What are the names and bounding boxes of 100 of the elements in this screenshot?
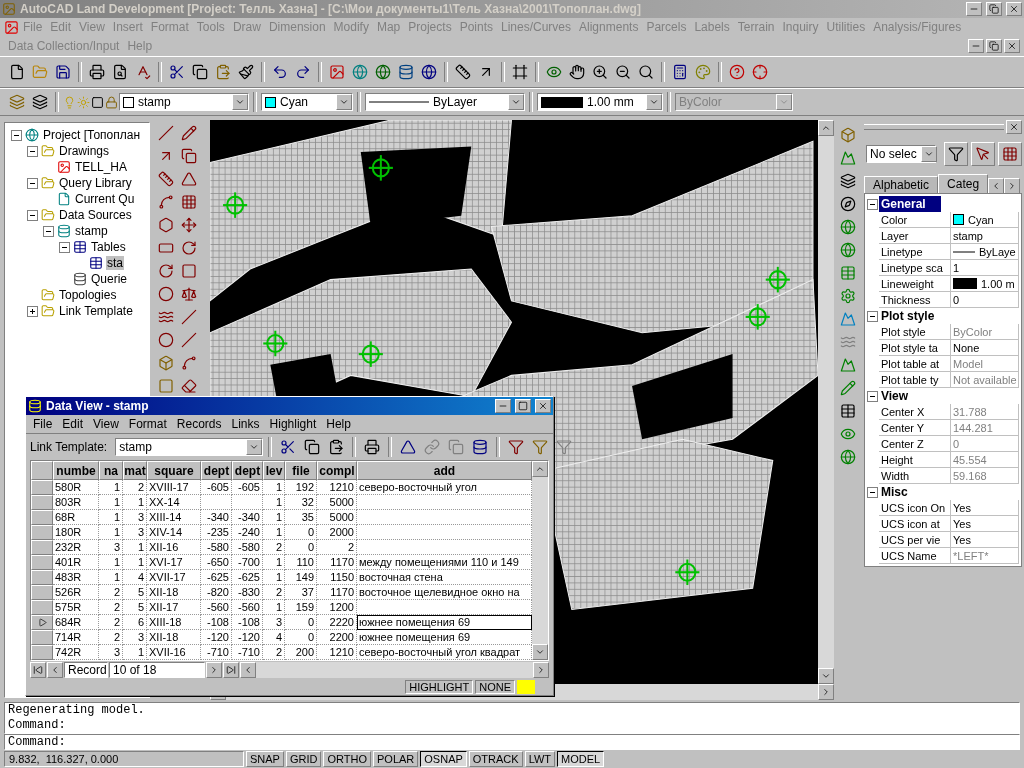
table-cell: -580: [232, 540, 263, 555]
table-cell: 0: [285, 630, 317, 645]
property-name: Lineweight: [879, 276, 951, 292]
table-cell: -605: [232, 480, 263, 495]
property-name: Color: [879, 212, 951, 228]
property-name: Linetype sca: [879, 260, 951, 276]
table-cell: 1200: [317, 600, 357, 615]
table-cell: -108: [232, 615, 263, 630]
table-cell: 1: [263, 495, 285, 510]
table-cell: 1: [99, 480, 123, 495]
table-cell: 37: [285, 585, 317, 600]
table-cell: -625: [232, 570, 263, 585]
table-cell: 1: [99, 525, 123, 540]
table-cell: 1170: [317, 585, 357, 600]
table-cell: XVIII-17: [147, 480, 201, 495]
table-cell: 5000: [317, 510, 357, 525]
table-cell: 2: [99, 600, 123, 615]
table-cell: -108: [201, 615, 232, 630]
table-cell: -560: [232, 600, 263, 615]
table-cell: -625: [201, 570, 232, 585]
property-name: UCS Name: [879, 548, 951, 564]
table-cell: XVI-17: [147, 555, 201, 570]
table-cell: 580R: [53, 480, 99, 495]
table-cell: 149: [285, 570, 317, 585]
table-cell: 1: [99, 495, 123, 510]
table-cell: -120: [201, 630, 232, 645]
table-cell: XIV-14: [147, 525, 201, 540]
table-cell: 2: [317, 540, 357, 555]
table-cell: 3: [123, 630, 147, 645]
link-template-label: Link Template:: [30, 440, 108, 454]
record-label: Record: [64, 662, 108, 678]
property-name: Center X: [879, 404, 951, 420]
table-cell: -605: [201, 480, 232, 495]
property-name: UCS icon On: [879, 500, 951, 516]
table-cell: 526R: [53, 585, 99, 600]
table-cell: XII-17: [147, 600, 201, 615]
table-cell: XII-18: [147, 585, 201, 600]
table-cell: 1150: [317, 570, 357, 585]
table-cell: 1: [123, 645, 147, 660]
table-cell: -830: [232, 585, 263, 600]
table-cell: XX-14: [147, 495, 201, 510]
status-pane: HIGHLIGHT: [405, 680, 474, 694]
record-position: 10 of 18: [109, 662, 205, 678]
table-cell: 3: [123, 510, 147, 525]
table-cell: -710: [232, 645, 263, 660]
window-title: AutoCAD Land Development [Project: Телль Хазна] - [C:\Мои документы1\Тель Хазна\2001\Топоплан.dwg]: [20, 2, 642, 16]
table-cell: 2: [99, 585, 123, 600]
property-name: Center Y: [879, 420, 951, 436]
table-cell: 180R: [53, 525, 99, 540]
table-cell: 483R: [53, 570, 99, 585]
table-cell: -340: [232, 510, 263, 525]
property-name: Plot style: [879, 324, 951, 340]
table-cell: 4: [123, 570, 147, 585]
table-cell: 1170: [317, 555, 357, 570]
table-cell: XII-18: [147, 630, 201, 645]
table-cell: -240: [232, 525, 263, 540]
table-cell: 1210: [317, 645, 357, 660]
property-name: Linetype: [879, 244, 951, 260]
table-cell: 1: [263, 600, 285, 615]
table-cell: 2220: [317, 615, 357, 630]
property-name: UCS per vie: [879, 532, 951, 548]
table-cell: 2: [263, 585, 285, 600]
table-cell: 401R: [53, 555, 99, 570]
table-cell: 1: [99, 510, 123, 525]
table-cell: 3: [99, 540, 123, 555]
table-cell: 3: [263, 615, 285, 630]
table-cell: -650: [201, 555, 232, 570]
property-name: Width: [879, 468, 951, 484]
command-output-line: Command:: [8, 718, 67, 733]
table-cell: 1: [123, 555, 147, 570]
table-cell: 1: [99, 555, 123, 570]
table-cell: южнее помещения 69: [357, 615, 532, 630]
table-cell: XVII-17: [147, 570, 201, 585]
property-name: Center Z: [879, 436, 951, 452]
table-cell: 5: [123, 585, 147, 600]
table-cell: 200: [285, 645, 317, 660]
table-cell: -700: [232, 555, 263, 570]
table-cell: -560: [201, 600, 232, 615]
table-cell: 1: [263, 525, 285, 540]
table-cell: XIII-18: [147, 615, 201, 630]
table-cell: 2: [263, 645, 285, 660]
table-cell: -120: [232, 630, 263, 645]
table-cell: 1: [263, 510, 285, 525]
table-cell: 1: [99, 570, 123, 585]
table-cell: 110: [285, 555, 317, 570]
property-name: Plot table at: [879, 356, 951, 372]
table-cell: 1: [123, 495, 147, 510]
table-cell: -710: [201, 645, 232, 660]
table-cell: 2: [123, 480, 147, 495]
table-cell: 68R: [53, 510, 99, 525]
command-output-line: Regenerating model.: [8, 703, 146, 718]
table-cell: 0: [285, 615, 317, 630]
property-name: UCS icon at: [879, 516, 951, 532]
table-cell: 3: [99, 645, 123, 660]
table-cell: 2: [263, 540, 285, 555]
table-cell: 1: [263, 555, 285, 570]
table-cell: 35: [285, 510, 317, 525]
table-cell: XII-16: [147, 540, 201, 555]
table-cell: 684R: [53, 615, 99, 630]
property-name: Thickness: [879, 292, 951, 308]
